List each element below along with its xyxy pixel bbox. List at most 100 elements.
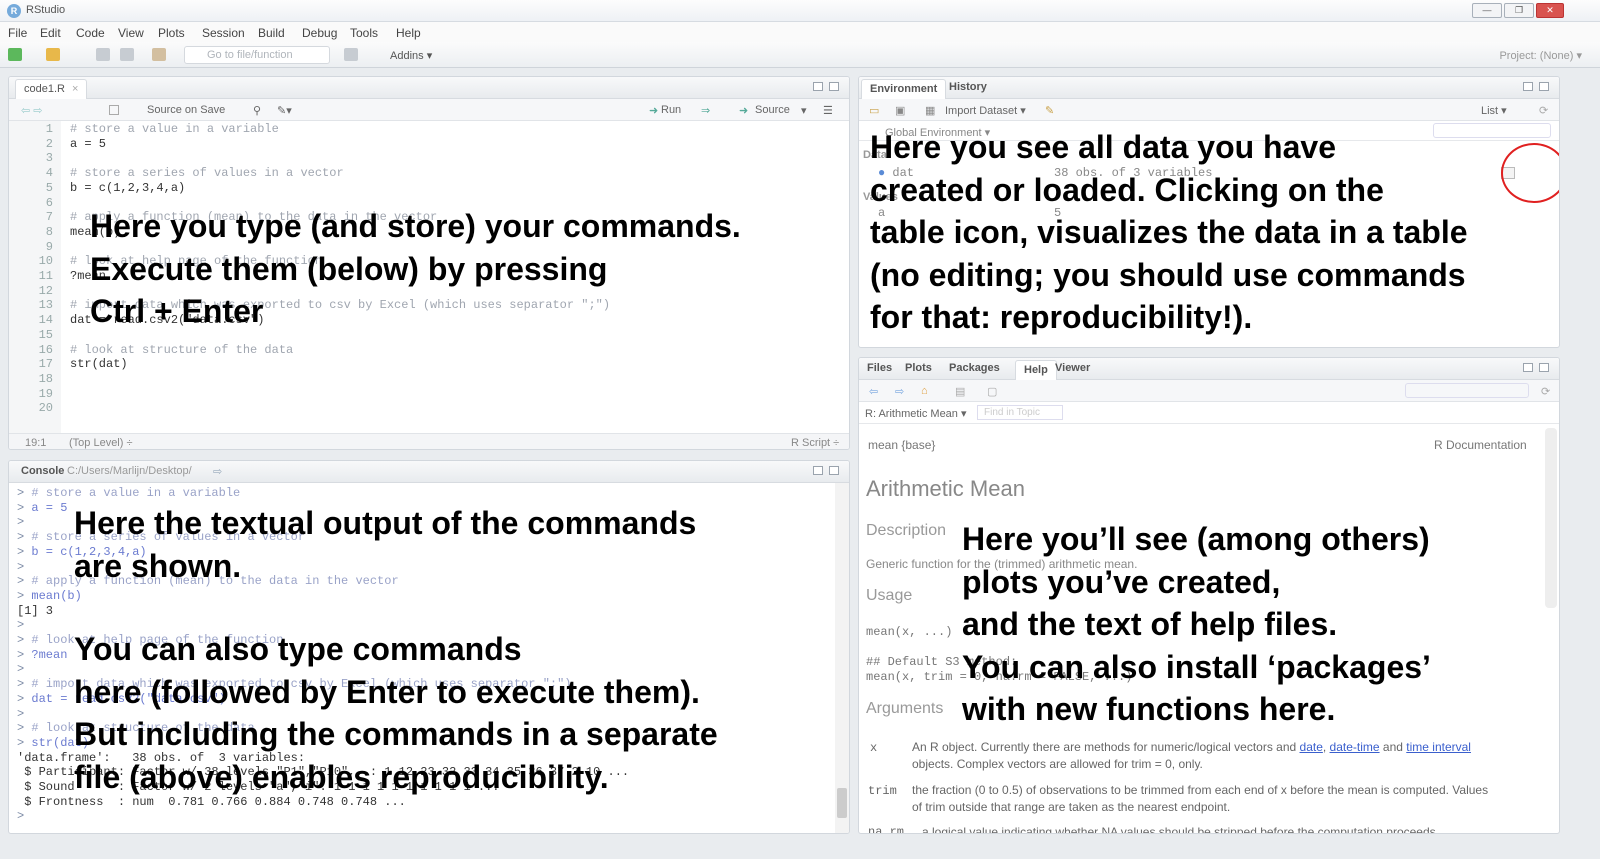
code-line[interactable]: 4 # store a series of values in a vector — [9, 166, 849, 181]
line-number: 19 — [38, 386, 53, 401]
menu-debug[interactable]: Debug — [302, 26, 337, 40]
menu-code[interactable]: Code — [76, 26, 105, 40]
line-number: 4 — [45, 166, 53, 181]
console-line: > mean(b) — [17, 589, 82, 604]
home-icon[interactable]: ⌂ — [921, 385, 928, 397]
code-line[interactable]: 17 str(dat) — [9, 357, 849, 372]
code-line[interactable]: 18 — [9, 372, 849, 387]
save-all-icon[interactable] — [120, 48, 134, 61]
clear-workspace-icon[interactable]: ✎ — [1045, 104, 1054, 117]
console-scrollbar[interactable] — [835, 483, 849, 833]
arg-x-description-2: objects. Complex vectors are allowed for… — [912, 757, 1203, 771]
code-line[interactable]: 20 — [9, 401, 849, 416]
console-line: > — [17, 662, 24, 677]
code-line[interactable]: 5 b = c(1,2,3,4,a) — [9, 181, 849, 196]
minimize-pane-icon[interactable] — [813, 82, 823, 91]
load-workspace-icon[interactable]: ▭ — [869, 104, 879, 117]
view-mode-dropdown[interactable]: List ▾ — [1481, 104, 1507, 117]
console-line: > — [17, 515, 24, 530]
tab-help[interactable]: Help — [1015, 360, 1057, 380]
minimize-button[interactable]: — — [1472, 3, 1502, 18]
print-icon[interactable]: ▤ — [955, 385, 965, 398]
minimize-pane-icon[interactable] — [1523, 363, 1533, 372]
new-file-icon[interactable] — [8, 48, 22, 61]
scope-selector[interactable]: (Top Level) ÷ — [69, 437, 133, 449]
refresh-icon[interactable]: ⟳ — [1541, 385, 1550, 398]
arg-trim-name: trim — [868, 784, 897, 798]
print-icon[interactable] — [152, 48, 166, 61]
search-icon[interactable]: ⚲ — [253, 104, 261, 117]
save-workspace-icon[interactable]: ▣ — [895, 104, 905, 117]
code-line[interactable]: 19 — [9, 386, 849, 402]
console-prompt: > — [17, 618, 25, 633]
editor-annotation: Here you type (and store) your commands.… — [90, 208, 741, 329]
menu-help[interactable]: Help — [396, 26, 421, 40]
tab-environment[interactable]: Environment — [861, 79, 947, 99]
wand-icon[interactable]: ✎▾ — [277, 104, 292, 117]
maximize-pane-icon[interactable] — [1539, 363, 1549, 372]
code-line[interactable]: 1 # store a value in a variable — [9, 122, 849, 137]
line-number: 15 — [38, 327, 53, 342]
code-line[interactable]: 3 — [9, 151, 849, 166]
maximize-pane-icon[interactable] — [829, 82, 839, 91]
file-type-selector[interactable]: R Script ÷ — [791, 437, 839, 449]
back-arrow-icon[interactable]: ⇦ — [869, 385, 878, 398]
tab-code1-r[interactable]: code1.R × — [15, 79, 88, 99]
source-on-save-checkbox[interactable] — [109, 105, 119, 115]
tab-viewer[interactable]: Viewer — [1055, 362, 1090, 374]
date-time-link[interactable]: date-time — [1330, 740, 1380, 754]
tab-files[interactable]: Files — [867, 362, 892, 374]
maximize-pane-icon[interactable] — [829, 466, 839, 475]
scrollbar-thumb[interactable] — [837, 788, 847, 818]
source-dropdown-icon[interactable]: ▾ — [801, 104, 807, 117]
menu-plots[interactable]: Plots — [158, 26, 185, 40]
project-menu[interactable]: Project: (None) ▾ — [1499, 49, 1582, 62]
open-file-icon[interactable] — [46, 48, 60, 61]
minimize-pane-icon[interactable] — [813, 466, 823, 475]
environment-tabs: Environment History — [859, 77, 1559, 99]
help-scrollbar[interactable] — [1545, 428, 1557, 608]
code-line[interactable]: 16 # look at structure of the data — [9, 343, 849, 358]
maximize-pane-icon[interactable] — [1539, 82, 1549, 91]
tab-plots[interactable]: Plots — [905, 362, 932, 374]
menu-build[interactable]: Build — [258, 26, 285, 40]
menu-session[interactable]: Session — [202, 26, 245, 40]
minimize-pane-icon[interactable] — [1523, 82, 1533, 91]
run-button[interactable]: Run — [661, 104, 681, 116]
run-icon: ➜ — [649, 105, 659, 117]
close-tab-icon[interactable]: × — [72, 83, 78, 95]
arg-trim-description-1: the fraction (0 to 0.5) of observations … — [912, 783, 1489, 797]
goto-directory-icon[interactable]: ⇨ — [213, 465, 222, 478]
editor-tabs: code1.R × — [9, 77, 849, 99]
arguments-heading: Arguments — [866, 700, 944, 717]
console-tab[interactable]: Console — [21, 465, 64, 477]
addins-menu[interactable]: Addins ▾ — [390, 49, 432, 62]
outline-icon[interactable]: ☰ — [823, 104, 833, 117]
help-search-input[interactable] — [1405, 383, 1529, 398]
forward-arrow-icon[interactable]: ⇨ — [895, 385, 904, 398]
tab-history[interactable]: History — [949, 81, 987, 93]
refresh-icon[interactable]: ⟳ — [1539, 104, 1548, 117]
line-number: 7 — [45, 210, 53, 225]
menu-file[interactable]: File — [8, 26, 27, 40]
back-arrow-icon[interactable]: ⇦ ⇨ — [21, 104, 43, 117]
grid-layout-icon[interactable] — [344, 48, 358, 61]
source-button[interactable]: Source — [755, 104, 790, 116]
menu-edit[interactable]: Edit — [40, 26, 61, 40]
maximize-button[interactable]: ❐ — [1504, 3, 1534, 18]
date-link[interactable]: date — [1300, 740, 1323, 754]
rerun-icon[interactable]: ⇒ — [701, 104, 710, 117]
goto-file-input[interactable]: Go to file/function — [184, 46, 330, 64]
time-interval-link[interactable]: time interval — [1406, 740, 1471, 754]
menu-tools[interactable]: Tools — [350, 26, 378, 40]
topic-dropdown[interactable]: R: Arithmetic Mean ▾ — [865, 407, 967, 420]
new-window-icon[interactable]: ▢ — [987, 385, 997, 398]
close-window-button[interactable]: ✕ — [1536, 3, 1564, 18]
code-text: str(dat) — [70, 357, 128, 372]
import-dataset-button[interactable]: Import Dataset ▾ — [945, 104, 1026, 117]
find-in-topic-input[interactable]: Find in Topic — [977, 405, 1063, 420]
code-line[interactable]: 2 a = 5 — [9, 137, 849, 152]
menu-view[interactable]: View — [118, 26, 144, 40]
save-icon[interactable] — [96, 48, 110, 61]
tab-packages[interactable]: Packages — [949, 362, 1000, 374]
